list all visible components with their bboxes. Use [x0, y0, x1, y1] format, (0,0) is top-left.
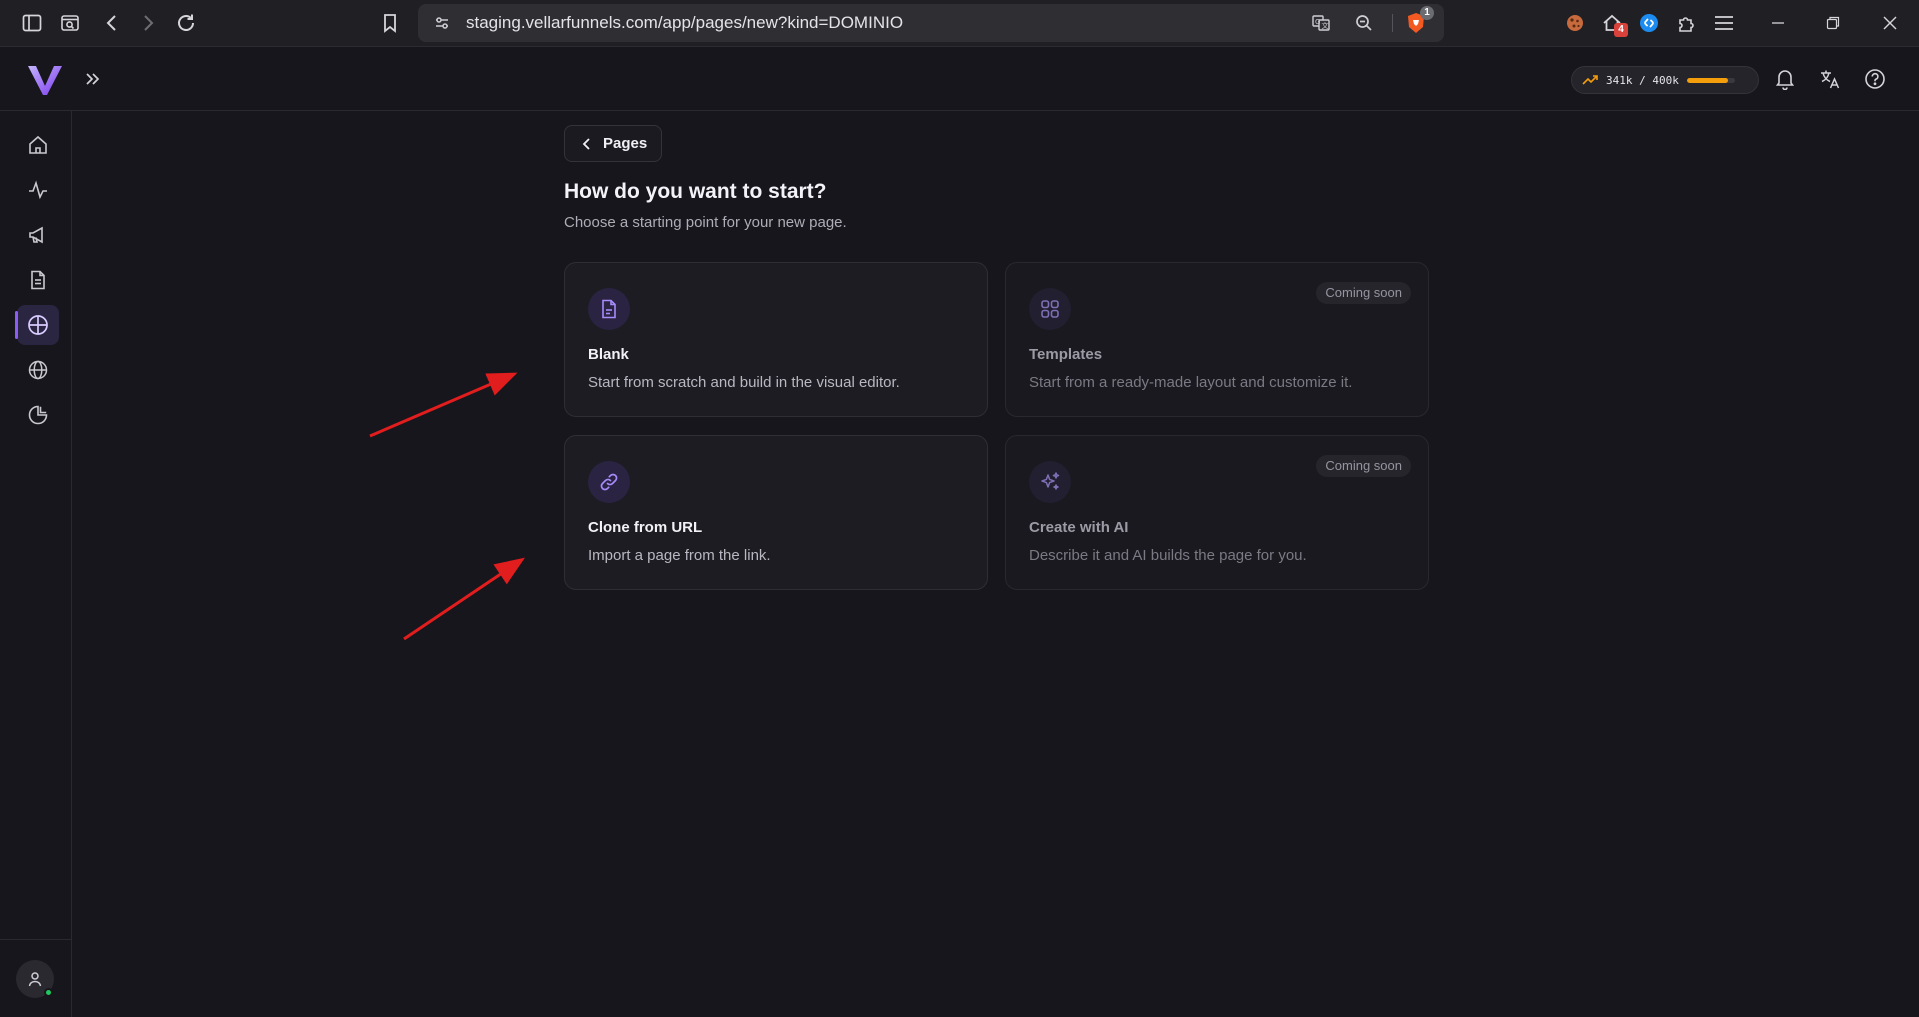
sidebar-item-documents[interactable] — [17, 260, 59, 300]
trend-icon — [1582, 75, 1598, 85]
coming-soon-badge: Coming soon — [1316, 455, 1411, 477]
help-icon[interactable] — [1860, 64, 1890, 94]
brave-shield-icon[interactable]: 1 — [1401, 6, 1434, 38]
link-icon — [588, 461, 630, 503]
expand-icon[interactable] — [77, 64, 107, 94]
extension-badge: 4 — [1614, 23, 1628, 37]
usage-text: 341k / 400k — [1606, 73, 1679, 87]
card-title: Templates — [1029, 346, 1103, 363]
sidebar-divider — [0, 939, 72, 940]
shazam-icon[interactable] — [1634, 8, 1664, 38]
extensions-icon[interactable] — [1672, 8, 1702, 38]
sidebar — [0, 111, 72, 1017]
zoom-icon[interactable] — [1349, 8, 1379, 38]
card-description: Start from scratch and build in the visu… — [588, 374, 900, 391]
usage-progress — [1686, 77, 1735, 83]
usage-progress-fill — [1686, 77, 1728, 83]
logo-icon[interactable] — [26, 63, 64, 97]
coming-soon-badge: Coming soon — [1316, 282, 1411, 304]
forward-icon[interactable] — [133, 8, 163, 38]
activity-icon — [29, 180, 47, 200]
document-icon — [588, 288, 630, 330]
annotation-arrow — [369, 372, 518, 438]
pie-chart-icon — [28, 405, 48, 425]
online-status-dot — [44, 988, 53, 997]
site-settings-icon[interactable] — [427, 8, 457, 38]
avatar[interactable] — [16, 960, 54, 998]
divider — [1392, 14, 1393, 32]
card-description: Describe it and AI builds the page for y… — [1029, 547, 1307, 564]
option-card-create-with-ai[interactable]: Coming soon Create with AI Describe it a… — [1005, 435, 1429, 590]
sidebar-item-domains[interactable] — [17, 350, 59, 390]
bookmark-icon[interactable] — [375, 8, 405, 38]
back-label: Pages — [603, 135, 648, 152]
minimize-icon[interactable] — [1763, 8, 1793, 38]
page-subtitle: Choose a starting point for your new pag… — [564, 214, 847, 231]
option-card-templates[interactable]: Coming soon Templates Start from a ready… — [1005, 262, 1429, 417]
option-card-blank[interactable]: Blank Start from scratch and build in th… — [564, 262, 988, 417]
restore-icon[interactable] — [1818, 8, 1848, 38]
card-title: Clone from URL — [588, 519, 703, 536]
sidebar-item-activity[interactable] — [17, 170, 59, 210]
app-header: 341k / 400k — [0, 47, 1919, 111]
browser-toolbar: staging.vellarfunnels.com/app/pages/new?… — [0, 0, 1919, 47]
option-card-clone-from-url[interactable]: Clone from URL Import a page from the li… — [564, 435, 988, 590]
address-bar[interactable]: staging.vellarfunnels.com/app/pages/new?… — [418, 4, 1444, 42]
sparkles-icon — [1029, 461, 1071, 503]
sidebar-toggle-icon[interactable] — [17, 8, 47, 38]
reload-icon[interactable] — [171, 8, 201, 38]
usage-meter[interactable]: 341k / 400k — [1571, 66, 1759, 94]
sidebar-item-campaigns[interactable] — [17, 215, 59, 255]
card-description: Import a page from the link. — [588, 547, 771, 564]
menu-icon[interactable] — [1709, 8, 1739, 38]
back-to-pages-button[interactable]: Pages — [564, 125, 662, 162]
user-icon — [28, 972, 42, 987]
page-title: How do you want to start? — [564, 180, 827, 203]
grid-icon — [1029, 288, 1071, 330]
translate-icon[interactable]: G文 — [1306, 8, 1336, 38]
extension-home-icon[interactable]: 4 — [1597, 8, 1628, 38]
brave-badge: 1 — [1420, 6, 1434, 20]
card-title: Blank — [588, 346, 629, 363]
cookie-icon[interactable] — [1560, 8, 1590, 38]
svg-text:G: G — [1315, 18, 1320, 26]
bell-icon[interactable] — [1770, 64, 1800, 94]
svg-text:文: 文 — [1322, 21, 1329, 30]
document-icon — [31, 270, 45, 290]
home-icon — [29, 135, 47, 154]
annotation-arrow — [403, 557, 525, 641]
back-icon[interactable] — [97, 8, 127, 38]
tab-search-icon[interactable] — [55, 8, 85, 38]
language-icon[interactable] — [1815, 64, 1845, 94]
sidebar-item-home[interactable] — [17, 125, 59, 165]
megaphone-icon — [29, 226, 43, 244]
sidebar-item-pages[interactable] — [15, 305, 59, 345]
close-icon[interactable] — [1875, 8, 1905, 38]
chevron-left-icon — [582, 137, 590, 150]
card-title: Create with AI — [1029, 519, 1129, 536]
crosshair-icon — [28, 315, 48, 335]
card-description: Start from a ready-made layout and custo… — [1029, 374, 1353, 391]
globe-icon — [28, 360, 48, 380]
url-text[interactable]: staging.vellarfunnels.com/app/pages/new?… — [466, 4, 903, 42]
sidebar-item-reports[interactable] — [17, 395, 59, 435]
